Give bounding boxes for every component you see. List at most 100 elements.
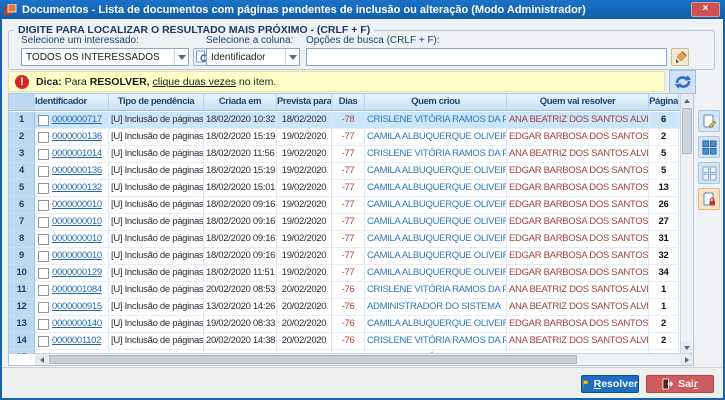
vertical-scrollbar[interactable]	[680, 94, 693, 354]
row-checkbox[interactable]	[38, 336, 49, 347]
app-icon	[4, 4, 17, 16]
scroll-up-button[interactable]	[681, 94, 693, 107]
due-date-cell: 19/02/2020	[277, 180, 332, 197]
table-row[interactable]: 12 0000000915 [U] Inclusão de páginas 13…	[9, 299, 680, 316]
row-checkbox[interactable]	[38, 251, 49, 262]
table-row[interactable]: 10 0000000129 [U] Inclusão de páginas 18…	[9, 265, 680, 282]
row-number: 2	[9, 129, 35, 146]
header-identifier[interactable]: Identificador	[35, 94, 109, 110]
identifier-link[interactable]: 0000000140	[52, 316, 102, 332]
table-row[interactable]: 9 0000000010 [U] Inclusão de páginas 18/…	[9, 248, 680, 265]
header-pages[interactable]: Página	[649, 94, 679, 110]
horizontal-scroll-thumb[interactable]	[49, 355, 577, 364]
identifier-link[interactable]: 0000000915	[52, 299, 102, 315]
table-row[interactable]: 11 0000001084 [U] Inclusão de páginas 20…	[9, 282, 680, 299]
table-row[interactable]: 2 0000000136 [U] Inclusão de páginas 18/…	[9, 129, 680, 146]
identifier-cell: 0000000915	[35, 299, 109, 316]
identifier-link[interactable]: 0000000010	[52, 214, 102, 230]
arrow-right-icon	[685, 357, 689, 363]
row-number: 11	[9, 282, 35, 299]
row-number: 5	[9, 180, 35, 197]
row-checkbox[interactable]	[38, 166, 49, 177]
identifier-cell: 0000001014	[35, 146, 109, 163]
pending-type-cell: [U] Inclusão de páginas	[109, 129, 204, 146]
creator-cell: CAMILA ALBUQUERQUE OLIVEIRA	[365, 231, 507, 248]
identifier-link[interactable]: 0000000129	[52, 265, 102, 281]
chevron-down-icon	[285, 49, 299, 65]
identifier-link[interactable]: 0000000010	[52, 248, 102, 264]
header-created[interactable]: Criada em	[204, 94, 277, 110]
header-days[interactable]: Dias	[332, 94, 365, 110]
column-select[interactable]: Identificador	[206, 48, 300, 66]
identifier-link[interactable]: 0000001102	[52, 333, 101, 349]
identifier-link[interactable]: 0000000136	[52, 129, 102, 145]
days-cell: -77	[332, 231, 365, 248]
row-checkbox[interactable]	[38, 132, 49, 143]
edit-document-button[interactable]	[698, 110, 720, 132]
identifier-link[interactable]: 0000000010	[52, 197, 102, 213]
table-row[interactable]: 1 0000000717 [U] Inclusão de páginas 18/…	[9, 112, 680, 129]
header-resolver[interactable]: Quem vai resolver	[507, 94, 649, 110]
due-date-cell: 18/02/2020	[277, 112, 332, 129]
row-checkbox[interactable]	[38, 115, 49, 126]
row-checkbox[interactable]	[38, 234, 49, 245]
days-cell: -77	[332, 129, 365, 146]
table-row[interactable]: 8 0000000010 [U] Inclusão de páginas 18/…	[9, 231, 680, 248]
horizontal-scrollbar[interactable]	[35, 353, 693, 365]
row-number: 14	[9, 333, 35, 350]
days-cell: -78	[332, 112, 365, 129]
scroll-left-button[interactable]	[35, 354, 48, 365]
identifier-link[interactable]: 0000000136	[52, 163, 102, 179]
header-due[interactable]: Prevista para	[277, 94, 332, 110]
due-date-cell: 19/02/2020	[277, 231, 332, 248]
row-checkbox[interactable]	[38, 285, 49, 296]
resolve-button[interactable]: Resolver	[581, 375, 639, 393]
table-row[interactable]: 3 0000001014 [U] Inclusão de páginas 18/…	[9, 146, 680, 163]
row-checkbox[interactable]	[38, 200, 49, 211]
clear-brush-button[interactable]	[671, 48, 689, 66]
identifier-link[interactable]: 0000001014	[52, 146, 102, 162]
identifier-cell: 0000000129	[35, 265, 109, 282]
row-checkbox[interactable]	[38, 302, 49, 313]
identifier-link[interactable]: 0000000010	[52, 231, 102, 247]
due-date-cell: 20/02/2020	[277, 333, 332, 350]
identifier-link[interactable]: 0000000132	[52, 180, 102, 196]
row-checkbox[interactable]	[38, 149, 49, 160]
identifier-link[interactable]: 0000001084	[52, 282, 102, 298]
row-checkbox[interactable]	[38, 319, 49, 330]
refresh-button[interactable]	[669, 70, 696, 94]
pages-cell: 2	[649, 316, 679, 333]
pending-type-cell: [U] Inclusão de páginas	[109, 163, 204, 180]
identifier-cell: 0000000717	[35, 112, 109, 129]
header-creator[interactable]: Quem criou	[365, 94, 507, 110]
select-all-button[interactable]	[698, 136, 720, 158]
locked-document-button[interactable]	[698, 188, 720, 210]
row-number: 1	[9, 112, 35, 129]
double-click-hint-link[interactable]: clique duas vezes	[153, 76, 236, 88]
exit-button[interactable]: Sair	[646, 375, 714, 393]
table-row[interactable]: 5 0000000132 [U] Inclusão de páginas 18/…	[9, 180, 680, 197]
row-number: 12	[9, 299, 35, 316]
exit-label: Sair	[678, 378, 698, 390]
scroll-right-button[interactable]	[680, 354, 693, 365]
table-row[interactable]: 13 0000000140 [U] Inclusão de páginas 19…	[9, 316, 680, 333]
header-type[interactable]: Tipo de pendência	[109, 94, 204, 110]
search-input[interactable]	[306, 48, 667, 66]
close-button[interactable]: ×	[691, 2, 720, 17]
pages-cell: 5	[649, 146, 679, 163]
table-row[interactable]: 4 0000000136 [U] Inclusão de páginas 18/…	[9, 163, 680, 180]
row-number: 8	[9, 231, 35, 248]
row-checkbox[interactable]	[38, 268, 49, 279]
interested-select[interactable]: TODOS OS INTERESSADOS	[21, 48, 189, 66]
identifier-cell: 0000000136	[35, 163, 109, 180]
table-row[interactable]: 7 0000000010 [U] Inclusão de páginas 18/…	[9, 214, 680, 231]
row-checkbox[interactable]	[38, 217, 49, 228]
created-at-cell: 18/02/2020 09:16	[204, 248, 277, 265]
table-row[interactable]: 6 0000000010 [U] Inclusão de páginas 18/…	[9, 197, 680, 214]
vertical-scroll-thumb[interactable]	[682, 108, 692, 154]
table-row[interactable]: 14 0000001102 [U] Inclusão de páginas 20…	[9, 333, 680, 350]
deselect-all-button[interactable]	[698, 162, 720, 184]
identifier-link[interactable]: 0000000717	[52, 112, 102, 128]
pending-type-cell: [U] Inclusão de páginas	[109, 299, 204, 316]
row-checkbox[interactable]	[38, 183, 49, 194]
